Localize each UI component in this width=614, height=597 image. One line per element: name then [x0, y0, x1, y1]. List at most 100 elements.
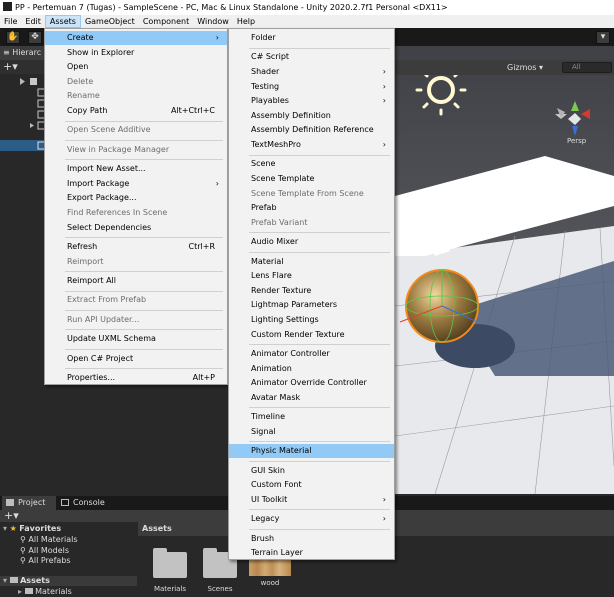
menu-gameobject[interactable]: GameObject — [81, 15, 139, 28]
favorite-item[interactable]: ⚲ All Materials — [20, 535, 78, 544]
menu-item-export-package[interactable]: Export Package... — [45, 191, 227, 205]
menu-item-animator-controller[interactable]: Animator Controller — [229, 347, 394, 361]
menu-item-label: Reimport — [67, 256, 104, 266]
menu-item-import-package[interactable]: Import Package › — [45, 177, 227, 191]
gizmos-dropdown[interactable]: Gizmos ▾ — [507, 62, 543, 73]
menu-item-label: Scene Template — [251, 174, 315, 183]
menu-item-create[interactable]: Create › — [45, 31, 227, 45]
menu-item-label: View in Package Manager — [67, 144, 170, 154]
hierarchy-add-button[interactable]: +▾ — [0, 60, 48, 74]
search-icon: ⚲ — [20, 556, 26, 565]
menu-item-open[interactable]: Open — [45, 60, 227, 74]
menu-item-signal[interactable]: Signal — [229, 425, 394, 439]
asset-tree-item[interactable]: ▸ Materials — [18, 587, 72, 596]
menu-item-update-uxml-schema[interactable]: Update UXML Schema — [45, 332, 227, 346]
menu-item-testing[interactable]: Testing › — [229, 80, 394, 94]
menu-item-lens-flare[interactable]: Lens Flare — [229, 269, 394, 283]
hierarchy-row[interactable] — [0, 76, 48, 87]
list-icon: ≡ — [3, 48, 13, 57]
hierarchy-row[interactable] — [0, 98, 48, 109]
favorites-row[interactable]: ▾ ★ Favorites — [3, 524, 61, 533]
menu-item-custom-render-texture[interactable]: Custom Render Texture — [229, 328, 394, 342]
menu-item-animation[interactable]: Animation — [229, 362, 394, 376]
menu-item-brush[interactable]: Brush — [229, 532, 394, 546]
menu-item-terrain-layer[interactable]: Terrain Layer — [229, 546, 394, 560]
hierarchy-tab[interactable]: ≡ Hierarc — [0, 46, 48, 60]
menu-item-properties[interactable]: Properties... Alt+P — [45, 371, 227, 385]
menu-item-import-new-asset[interactable]: Import New Asset... — [45, 162, 227, 176]
menu-item-audio-mixer[interactable]: Audio Mixer — [229, 235, 394, 249]
menu-item-render-texture[interactable]: Render Texture — [229, 284, 394, 298]
chevron-right-icon: › — [382, 494, 386, 504]
menu-item-label: Render Texture — [251, 285, 312, 295]
favorite-item[interactable]: ⚲ All Prefabs — [20, 556, 71, 565]
menu-item-scene-template[interactable]: Scene Template — [229, 172, 394, 186]
menu-item-animator-override-controller[interactable]: Animator Override Controller — [229, 376, 394, 390]
menu-item-custom-font[interactable]: Custom Font — [229, 478, 394, 492]
asset-item[interactable]: Materials — [152, 548, 188, 593]
menu-item-refresh[interactable]: Refresh Ctrl+R — [45, 240, 227, 254]
tab-console[interactable]: Console — [57, 496, 113, 510]
assets-tree-row[interactable]: ▾ Assets — [0, 576, 137, 586]
menu-item-assembly-definition[interactable]: Assembly Definition — [229, 109, 394, 123]
add-asset-button[interactable]: +▾ — [4, 509, 19, 522]
menu-item-scene[interactable]: Scene — [229, 157, 394, 171]
hierarchy-row[interactable] — [0, 109, 48, 120]
menu-item-prefab[interactable]: Prefab — [229, 201, 394, 215]
menu-item-label: Import New Asset... — [67, 164, 146, 174]
menu-separator — [65, 271, 223, 273]
hierarchy-row[interactable] — [0, 87, 48, 98]
hierarchy-row-selected[interactable] — [0, 140, 48, 151]
menu-item-ui-toolkit[interactable]: UI Toolkit › — [229, 493, 394, 507]
console-icon — [61, 499, 69, 506]
menu-item-label: Playables — [251, 96, 289, 106]
menu-item-label: Custom Font — [251, 480, 302, 490]
hierarchy-row[interactable] — [0, 120, 48, 131]
menu-file[interactable]: File — [0, 15, 21, 28]
chevron-right-icon: › — [215, 178, 219, 188]
menu-item-label: Reimport All — [67, 276, 116, 285]
menu-edit[interactable]: Edit — [21, 15, 45, 28]
menu-help[interactable]: Help — [233, 15, 259, 28]
favorite-item[interactable]: ⚲ All Models — [20, 546, 69, 555]
move-tool-button[interactable]: ✥ — [28, 31, 42, 44]
menu-item-show-in-explorer[interactable]: Show in Explorer — [45, 46, 227, 60]
menu-component[interactable]: Component — [139, 15, 193, 28]
menu-separator — [249, 441, 390, 443]
menu-item-lightmap-parameters[interactable]: Lightmap Parameters — [229, 298, 394, 312]
menu-item-label: Lens Flare — [251, 271, 292, 281]
menu-item-label: Physic Material — [251, 446, 312, 456]
scene-view[interactable] — [395, 46, 614, 494]
menu-item-open-c-project[interactable]: Open C# Project — [45, 352, 227, 366]
scene-search-input[interactable]: All — [562, 62, 612, 73]
menu-item-folder[interactable]: Folder — [229, 31, 394, 45]
menu-assets[interactable]: Assets — [44, 15, 81, 28]
menu-item-label: C# Script — [251, 52, 290, 62]
hand-tool-button[interactable]: ✋ — [6, 31, 20, 44]
menu-window[interactable]: Window — [193, 15, 233, 28]
layout-button[interactable]: ▾ — [596, 31, 610, 44]
menu-item-c-script[interactable]: C# Script — [229, 50, 394, 64]
tab-project[interactable]: Project — [2, 496, 56, 510]
menu-item-gui-skin[interactable]: GUI Skin — [229, 464, 394, 478]
menu-separator — [249, 460, 390, 462]
menu-item-textmeshpro[interactable]: TextMeshPro › — [229, 138, 394, 152]
menu-item-avatar-mask[interactable]: Avatar Mask — [229, 391, 394, 405]
menu-item-timeline[interactable]: Timeline — [229, 410, 394, 424]
menu-item-assembly-definition-reference[interactable]: Assembly Definition Reference — [229, 123, 394, 137]
menu-item-prefab-variant: Prefab Variant — [229, 216, 394, 230]
menu-item-select-dependencies[interactable]: Select Dependencies — [45, 221, 227, 235]
menu-item-playables[interactable]: Playables › — [229, 94, 394, 108]
chevron-right-icon: › — [382, 96, 386, 106]
menu-item-shader[interactable]: Shader › — [229, 65, 394, 79]
menu-item-physic-material[interactable]: Physic Material — [229, 444, 394, 459]
menu-item-copy-path[interactable]: Copy Path Alt+Ctrl+C — [45, 104, 227, 118]
perspective-label[interactable]: Persp — [567, 137, 586, 145]
menu-item-reimport-all[interactable]: Reimport All — [45, 274, 227, 288]
menu-item-legacy[interactable]: Legacy › — [229, 512, 394, 526]
menu-item-label: Update UXML Schema — [67, 334, 156, 344]
hand-icon: ✋ — [7, 32, 19, 42]
chevron-right-icon: › — [215, 33, 219, 42]
menu-item-material[interactable]: Material — [229, 255, 394, 269]
menu-item-lighting-settings[interactable]: Lighting Settings — [229, 313, 394, 327]
